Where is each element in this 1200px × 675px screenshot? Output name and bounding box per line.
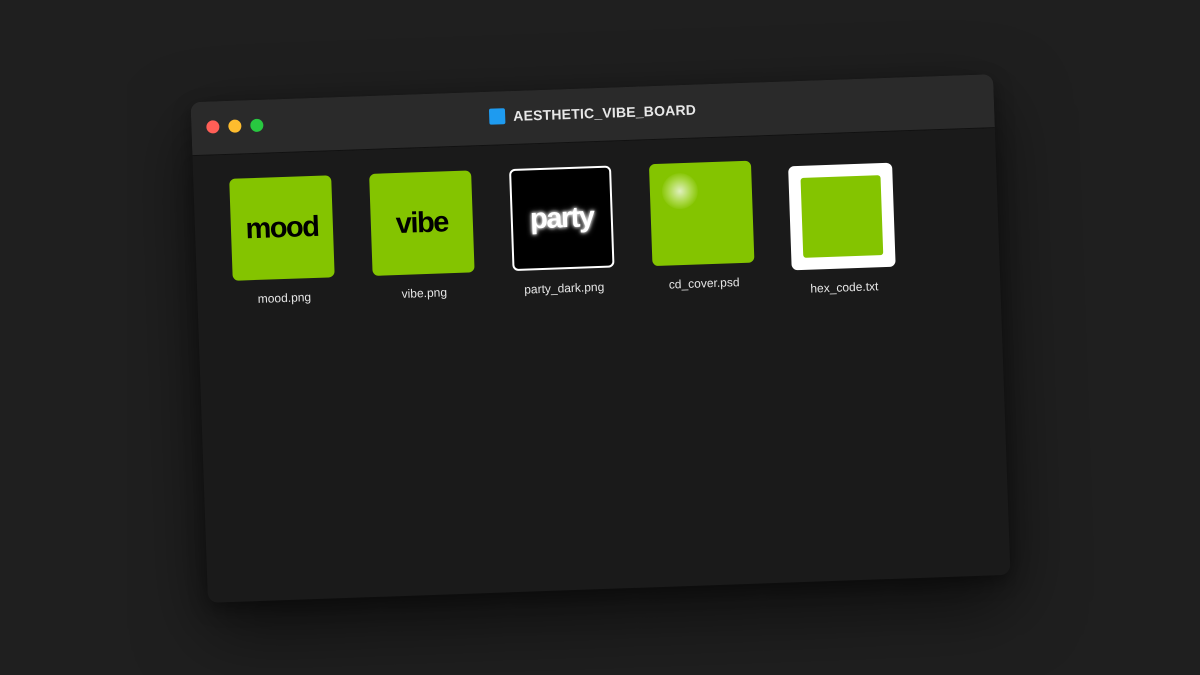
psd-thumbnail[interactable] (648, 160, 755, 267)
thumbnail-text: party (529, 200, 595, 235)
file-name[interactable]: hex_code.txt (810, 279, 878, 295)
file-name[interactable]: vibe.png (401, 285, 447, 301)
file-item-vibe[interactable]: vibe vibe.png (369, 170, 476, 310)
file-item-party-dark[interactable]: party party_dark.png (509, 165, 616, 306)
window-title: AESTHETIC_VIBE_BOARD (191, 91, 994, 135)
desktop: AESTHETIC_VIBE_BOARD mood mood.png vibe … (0, 0, 1200, 675)
text-file-thumbnail[interactable] (788, 162, 896, 271)
file-item-hex-code[interactable]: hex_code.txt (788, 156, 896, 296)
image-thumbnail[interactable]: mood (229, 175, 335, 281)
file-grid: mood mood.png vibe vibe.png party party_… (229, 156, 896, 316)
file-item-cd-cover[interactable]: cd_cover.psd (648, 160, 756, 301)
file-name[interactable]: cd_cover.psd (669, 275, 740, 291)
file-item-mood[interactable]: mood mood.png (229, 175, 336, 315)
window-title-text: AESTHETIC_VIBE_BOARD (512, 101, 697, 124)
file-name[interactable]: mood.png (257, 290, 311, 306)
title-bar[interactable]: AESTHETIC_VIBE_BOARD (190, 74, 995, 157)
thumbnail-text: vibe (395, 205, 449, 240)
finder-window: AESTHETIC_VIBE_BOARD mood mood.png vibe … (190, 74, 1011, 603)
glow-highlight (661, 172, 699, 210)
thumbnail-text: mood (244, 210, 319, 245)
folder-icon (488, 108, 506, 125)
image-thumbnail[interactable]: vibe (369, 170, 475, 276)
image-thumbnail[interactable]: party (509, 165, 615, 272)
color-swatch (800, 175, 884, 258)
file-name[interactable]: party_dark.png (524, 280, 605, 297)
